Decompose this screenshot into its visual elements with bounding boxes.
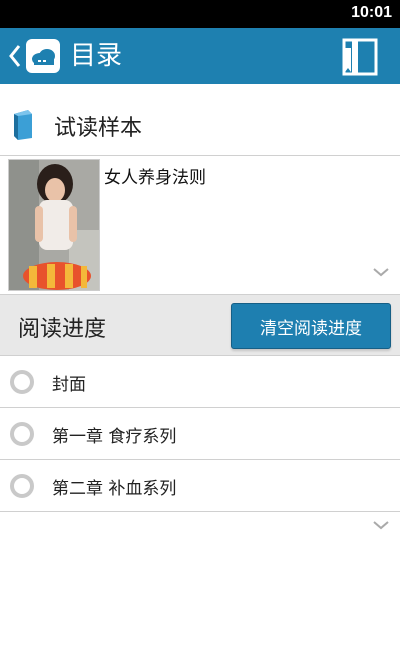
chevron-left-icon[interactable]	[8, 42, 22, 70]
book-cover-image	[8, 159, 100, 291]
book-item[interactable]: 女人养身法则	[0, 157, 400, 293]
sample-label: 试读样本	[54, 116, 143, 141]
radio-button[interactable]	[10, 474, 34, 498]
book-icon	[14, 110, 32, 140]
chapter-item-cover[interactable]: 封面	[0, 356, 400, 408]
clear-progress-button[interactable]: 清空阅读进度	[231, 303, 391, 349]
status-bar: 10:01	[0, 0, 400, 28]
chevron-down-icon[interactable]	[372, 520, 390, 530]
progress-label: 阅读进度	[18, 317, 107, 342]
chapter-list: 封面 第一章 食疗系列 第二章 补血系列	[0, 356, 400, 512]
cloud-icon[interactable]	[26, 39, 60, 73]
chapter-item-2[interactable]: 第二章 补血系列	[0, 460, 400, 512]
chapter-label: 封面	[52, 375, 86, 395]
radio-button[interactable]	[10, 370, 34, 394]
radio-button[interactable]	[10, 422, 34, 446]
book-title: 女人养身法则	[104, 168, 206, 188]
status-time: 10:01	[351, 4, 392, 21]
page-title: 目录	[70, 41, 123, 71]
chapter-item-1[interactable]: 第一章 食疗系列	[0, 408, 400, 460]
bookmark-icon[interactable]	[342, 38, 378, 76]
chapter-label: 第一章 食疗系列	[52, 427, 177, 447]
app-bar: 目录	[0, 28, 400, 84]
sample-section-header: 试读样本	[0, 96, 400, 156]
chapter-label: 第二章 补血系列	[52, 479, 177, 499]
reading-progress-header: 阅读进度 清空阅读进度	[0, 294, 400, 356]
chevron-down-icon[interactable]	[372, 267, 390, 277]
